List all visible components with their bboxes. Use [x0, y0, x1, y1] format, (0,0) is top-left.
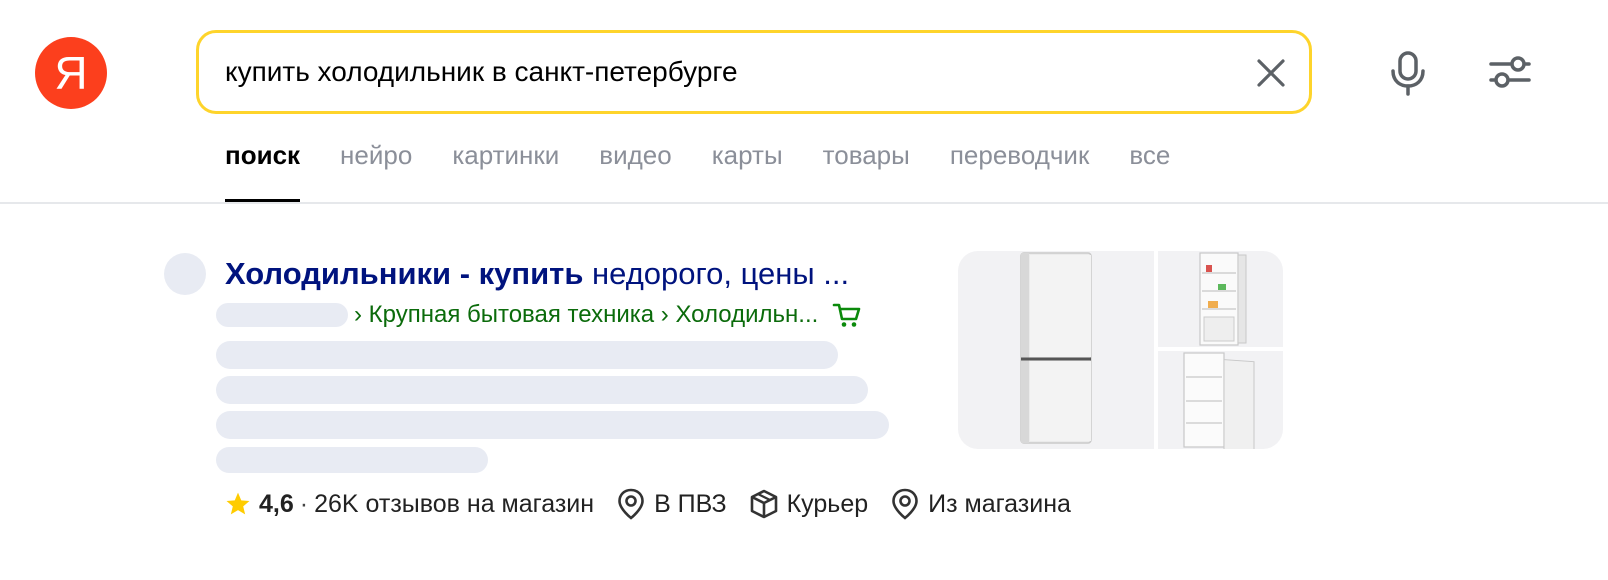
tab-products[interactable]: товары — [823, 140, 910, 202]
tab-neuro[interactable]: нейро — [340, 140, 412, 202]
shop-reviews[interactable]: 26K отзывов на магазин — [314, 490, 594, 519]
tab-maps[interactable]: карты — [712, 140, 783, 202]
fridge-open-image[interactable] — [1158, 251, 1283, 347]
snippet-placeholder-line — [216, 447, 488, 473]
tab-images[interactable]: картинки — [452, 140, 559, 202]
microphone-icon[interactable] — [1386, 50, 1430, 96]
result-title-rest: недорого, цены ... — [583, 256, 850, 291]
tab-all[interactable]: все — [1129, 140, 1170, 202]
tab-search[interactable]: поиск — [225, 140, 301, 202]
close-icon[interactable] — [1253, 55, 1289, 91]
snippet-placeholder-line — [216, 411, 889, 439]
package-box-icon — [750, 489, 777, 519]
domain-placeholder — [216, 303, 348, 327]
delivery-courier: Курьер — [786, 489, 869, 518]
location-pin-icon — [892, 488, 918, 520]
search-tabs: поиск нейро картинки видео карты товары … — [225, 140, 1210, 202]
separator-dot: · — [299, 489, 309, 518]
logo-letter: Я — [54, 47, 88, 99]
result-title-link[interactable]: Холодильники - купить недорого, цены ... — [225, 256, 849, 292]
shopping-cart-icon[interactable] — [832, 301, 862, 329]
star-icon — [226, 492, 250, 515]
snippet-placeholder-line — [216, 376, 868, 404]
location-pin-icon — [618, 488, 644, 520]
product-image-gallery[interactable] — [958, 251, 1283, 449]
tab-video[interactable]: видео — [599, 140, 671, 202]
site-favicon[interactable] — [164, 253, 206, 295]
fridge-closed-image[interactable] — [958, 251, 1154, 449]
result-url-row: › Крупная бытовая техника › Холодильн... — [216, 300, 862, 330]
header-divider — [0, 202, 1608, 204]
yandex-logo[interactable]: Я — [35, 37, 107, 109]
fridge-open-empty-image[interactable] — [1158, 351, 1283, 449]
shop-rating: 4,6 — [259, 489, 294, 518]
shop-meta-row: 4,6 · 26K отзывов на магазин В ПВЗ Курье… — [225, 486, 1071, 522]
filters-icon[interactable] — [1488, 54, 1532, 90]
snippet-placeholder-line — [216, 341, 838, 369]
search-box[interactable] — [196, 30, 1312, 114]
search-input[interactable] — [225, 33, 1225, 111]
result-breadcrumb[interactable]: › Крупная бытовая техника › Холодильн... — [354, 301, 818, 329]
result-title-bold: Холодильники - купить — [225, 256, 584, 291]
delivery-pickup-point: В ПВЗ — [654, 489, 727, 518]
delivery-from-store: Из магазина — [928, 489, 1071, 518]
tab-translator[interactable]: переводчик — [950, 140, 1089, 202]
